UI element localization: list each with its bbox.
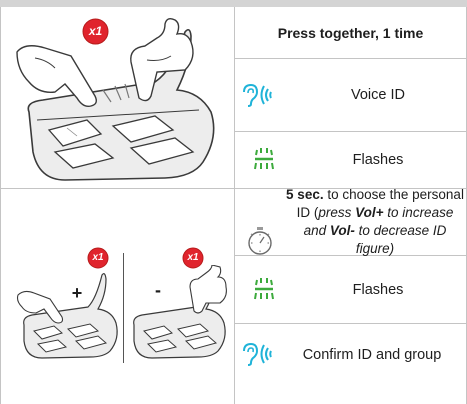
vol-plus-illustration [16, 269, 124, 359]
left-border [0, 7, 1, 404]
vol-minus-illustration [128, 265, 232, 359]
flashes-label-2: Flashes [352, 281, 404, 298]
timer-text-2: press [318, 205, 356, 220]
flashes-row: Flashes [290, 132, 466, 188]
instruction-table: x1 Press together, 1 time Voice ID Flash… [0, 7, 467, 404]
voice-id-row: Voice ID [290, 59, 466, 131]
ear-sound-icon [240, 83, 274, 107]
badge-left-label: x1 [92, 252, 104, 263]
stopwatch-icon [247, 227, 273, 255]
plus-sign: + [68, 284, 86, 302]
vol-plus-label: Vol+ [355, 205, 384, 220]
press-count-badge-right: x1 [182, 247, 204, 269]
press-together-illustration [15, 12, 227, 184]
confirm-id-row: Confirm ID and group [278, 324, 466, 386]
top-bar [0, 0, 467, 7]
minus-sign: - [150, 281, 166, 299]
press-count-badge: x1 [82, 18, 109, 45]
minus-label: - [155, 280, 161, 300]
badge-label: x1 [88, 24, 103, 38]
timer-text-4: to decrease ID figure) [354, 223, 447, 256]
timer-duration: 5 sec. [286, 187, 324, 202]
flashes-label: Flashes [352, 152, 404, 168]
timer-instruction: 5 sec. to choose the personal ID (press … [284, 187, 466, 256]
voice-id-label: Voice ID [351, 87, 405, 103]
vol-minus-label: Vol- [329, 223, 355, 238]
press-count-badge-left: x1 [87, 247, 109, 269]
ear-sound-icon [240, 342, 274, 366]
column-divider [234, 7, 235, 404]
confirm-id-label: Confirm ID and group [302, 347, 442, 363]
plus-label: + [71, 283, 83, 303]
flashes-row-2: Flashes [290, 256, 466, 323]
press-together-heading: Press together, 1 time [277, 24, 424, 41]
flash-led-icon [252, 147, 276, 171]
heading-cell: Press together, 1 time [235, 7, 466, 58]
flash-led-icon [252, 277, 276, 301]
badge-right-label: x1 [187, 252, 199, 263]
illustration-separator [123, 253, 124, 363]
